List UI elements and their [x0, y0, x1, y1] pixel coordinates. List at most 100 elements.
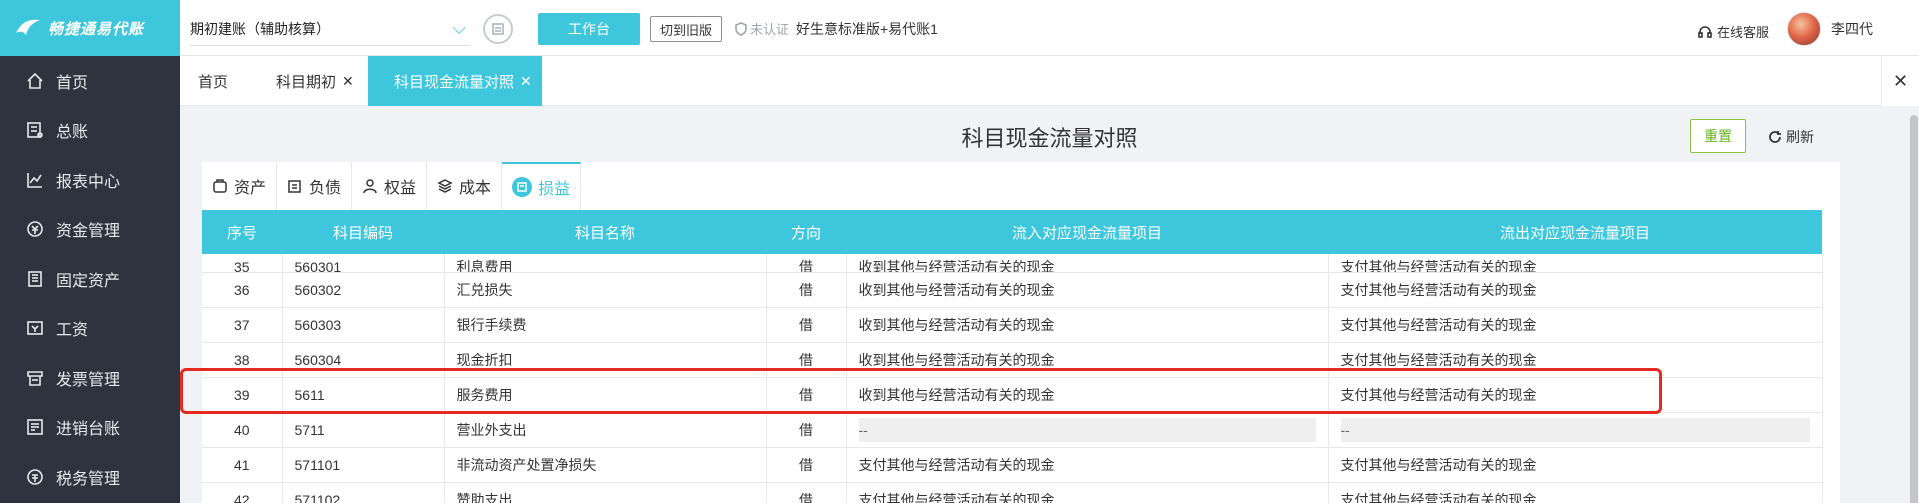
subtab-cost[interactable]: 成本	[427, 162, 503, 210]
tab-home[interactable]: 首页	[198, 56, 228, 106]
column-header[interactable]: 科目名称	[444, 210, 766, 254]
chevron-down-icon: ⌵	[452, 18, 466, 38]
subtab-asset[interactable]: 资产	[202, 162, 278, 210]
sidebar-item-label: 税务管理	[56, 470, 121, 488]
sidebar-item-ledger[interactable]: 总账	[0, 106, 180, 156]
scrollbar-thumb[interactable]	[1910, 115, 1918, 503]
sidebar-item-tax[interactable]: 税务管理	[0, 452, 180, 502]
subject-name: 营业外支出	[444, 412, 767, 448]
outflow-item[interactable]: 支付其他与经营活动有关的现金	[1341, 282, 1537, 298]
table-row[interactable]: 38 560304 现金折扣借收到其他与经营活动有关的现金 支付其他与经营活动有关的现…	[202, 342, 1823, 378]
vertical-scrollbar[interactable]	[1909, 107, 1919, 503]
inflow-cell[interactable]: 支付其他与经营活动有关的现金	[846, 482, 1329, 503]
table-row[interactable]: 37 560303 银行手续费借收到其他与经营活动有关的现金 支付其他与经营活动有关的…	[202, 307, 1823, 343]
ledger-circle-button[interactable]	[483, 14, 513, 44]
subtab-profit-loss[interactable]: 损益	[502, 162, 582, 210]
table-row[interactable]: 40 5711 营业外支出借 -- --	[202, 412, 1823, 448]
inflow-cell[interactable]: 收到其他与经营活动有关的现金	[846, 254, 1329, 273]
inflow-cell[interactable]: 收到其他与经营活动有关的现金	[846, 307, 1329, 343]
certification-status[interactable]: 未认证	[734, 19, 789, 38]
inflow-item[interactable]: --	[858, 417, 1316, 442]
online-service-label: 在线客服	[1716, 25, 1769, 40]
outflow-cell[interactable]: 支付其他与经营活动有关的现金	[1328, 307, 1823, 343]
outflow-cell[interactable]: 支付其他与经营活动有关的现金	[1328, 342, 1823, 378]
subject-code: 5611	[282, 377, 445, 413]
outflow-item[interactable]: 支付其他与经营活动有关的现金	[1341, 492, 1537, 503]
table-row[interactable]: 42 571102 赞助支出借 支付其他与经营活动有关的现金 支付其他与经营活动有关的现…	[202, 482, 1823, 503]
subtab-label: 成本	[459, 180, 492, 197]
subject-code: 560303	[282, 307, 445, 343]
inflow-item[interactable]: 收到其他与经营活动有关的现金	[859, 352, 1055, 368]
outflow-item[interactable]: 支付其他与经营活动有关的现金	[1341, 457, 1537, 473]
cost-icon	[437, 179, 453, 193]
outflow-item[interactable]: 支付其他与经营活动有关的现金	[1341, 387, 1537, 403]
period-select-value: 期初建账（辅助核算）	[190, 20, 330, 37]
inflow-item[interactable]: 收到其他与经营活动有关的现金	[859, 259, 1055, 272]
outflow-cell[interactable]: 支付其他与经营活动有关的现金	[1328, 447, 1823, 483]
sidebar-item-chart[interactable]: 报表中心	[0, 155, 180, 205]
subtab-equity[interactable]: 权益	[352, 162, 428, 210]
reset-button[interactable]: 重置	[1690, 119, 1746, 153]
column-header[interactable]: 流出对应现金流量项目	[1328, 210, 1822, 254]
subtab-liability[interactable]: 负债	[277, 162, 353, 210]
inflow-item[interactable]: 收到其他与经营活动有关的现金	[859, 317, 1055, 333]
outflow-cell[interactable]: 支付其他与经营活动有关的现金	[1328, 272, 1823, 308]
column-header[interactable]: 流入对应现金流量项目	[846, 210, 1328, 254]
inflow-item[interactable]: 支付其他与经营活动有关的现金	[859, 457, 1055, 473]
column-header[interactable]: 序号	[202, 210, 282, 254]
inflow-cell[interactable]: 支付其他与经营活动有关的现金	[846, 447, 1329, 483]
cert-label: 未认证	[750, 22, 790, 37]
row-number: 37	[202, 307, 283, 343]
tab-label: 首页	[198, 73, 229, 91]
tab-subject-opening[interactable]: 科目期初 ✕	[276, 56, 354, 106]
inflow-cell[interactable]: 收到其他与经营活动有关的现金	[846, 377, 1329, 413]
chart-icon	[24, 169, 46, 191]
table-row[interactable]: 39 5611 服务费用借收到其他与经营活动有关的现金 支付其他与经营活动有关的现金	[202, 377, 1823, 413]
table-row[interactable]: 41 571101 非流动资产处置净损失借支付其他与经营活动有关的现金 支付其他与经营…	[202, 447, 1823, 483]
direction: 借	[766, 342, 847, 378]
subtab-label: 损益	[538, 181, 571, 198]
subject-name: 非流动资产处置净损失	[444, 447, 767, 483]
page-title: 科目现金流量对照	[961, 126, 1138, 151]
inflow-item[interactable]: 支付其他与经营活动有关的现金	[859, 492, 1055, 503]
column-header[interactable]: 科目编码	[282, 210, 444, 254]
sidebar-item-building[interactable]: 固定资产	[0, 254, 180, 304]
tab-cashflow-mapping[interactable]: 科目现金流量对照 ✕	[368, 56, 542, 106]
table-row[interactable]: 35 560301 利息费用借收到其他与经营活动有关的现金 支付其他与经营活动有关的现…	[202, 254, 1823, 273]
logo-bird-icon	[16, 19, 40, 35]
table-row[interactable]: 36 560302 汇兑损失借收到其他与经营活动有关的现金 支付其他与经营活动有关的现…	[202, 272, 1823, 308]
sidebar-item-invoice[interactable]: 发票管理	[0, 353, 180, 403]
workbench-button[interactable]: 工作台	[538, 13, 640, 45]
account-name: 好生意标准版+易代账1	[796, 21, 938, 37]
inflow-item[interactable]: 收到其他与经营活动有关的现金	[859, 282, 1055, 298]
inflow-cell[interactable]: 收到其他与经营活动有关的现金	[846, 272, 1329, 308]
refresh-button[interactable]: 刷新	[1768, 127, 1814, 147]
column-header[interactable]: 方向	[766, 210, 846, 254]
sidebar-item-payroll[interactable]: 工资	[0, 304, 180, 354]
tax-icon	[24, 466, 46, 488]
online-service-link[interactable]: 在线客服	[1697, 22, 1769, 41]
outflow-cell[interactable]: 支付其他与经营活动有关的现金	[1328, 254, 1823, 273]
inflow-cell[interactable]: 收到其他与经营活动有关的现金	[846, 342, 1329, 378]
outflow-item[interactable]: 支付其他与经营活动有关的现金	[1341, 352, 1537, 368]
period-select[interactable]: 期初建账（辅助核算） ⌵	[190, 12, 470, 46]
outflow-item[interactable]: 支付其他与经营活动有关的现金	[1341, 317, 1537, 333]
app-logo[interactable]: 畅捷通易代账	[0, 0, 180, 56]
switch-old-version-button[interactable]: 切到旧版	[650, 16, 722, 42]
close-all-tabs-button[interactable]: ✕	[1881, 56, 1919, 106]
inflow-item[interactable]: 收到其他与经营活动有关的现金	[859, 387, 1055, 403]
close-icon[interactable]: ✕	[342, 73, 354, 90]
equity-icon	[363, 179, 377, 194]
sidebar-item-stock[interactable]: 进销台账	[0, 403, 180, 453]
sidebar-item-money[interactable]: 资金管理	[0, 205, 180, 255]
outflow-item[interactable]: 支付其他与经营活动有关的现金	[1341, 259, 1537, 272]
cashflow-mapping-table: 序号 科目编码 科目名称 方向 流入对应现金流量项目 流出对应现金流量项目 35…	[202, 210, 1823, 503]
outflow-cell[interactable]: 支付其他与经营活动有关的现金	[1328, 377, 1823, 413]
sidebar-item-home[interactable]: 首页	[0, 56, 180, 106]
outflow-cell[interactable]: --	[1328, 412, 1823, 448]
user-menu[interactable]: 李四代	[1787, 12, 1873, 46]
inflow-cell[interactable]: --	[846, 412, 1329, 448]
outflow-cell[interactable]: 支付其他与经营活动有关的现金	[1328, 482, 1823, 503]
close-icon[interactable]: ✕	[520, 73, 532, 90]
outflow-item[interactable]: --	[1340, 417, 1810, 442]
